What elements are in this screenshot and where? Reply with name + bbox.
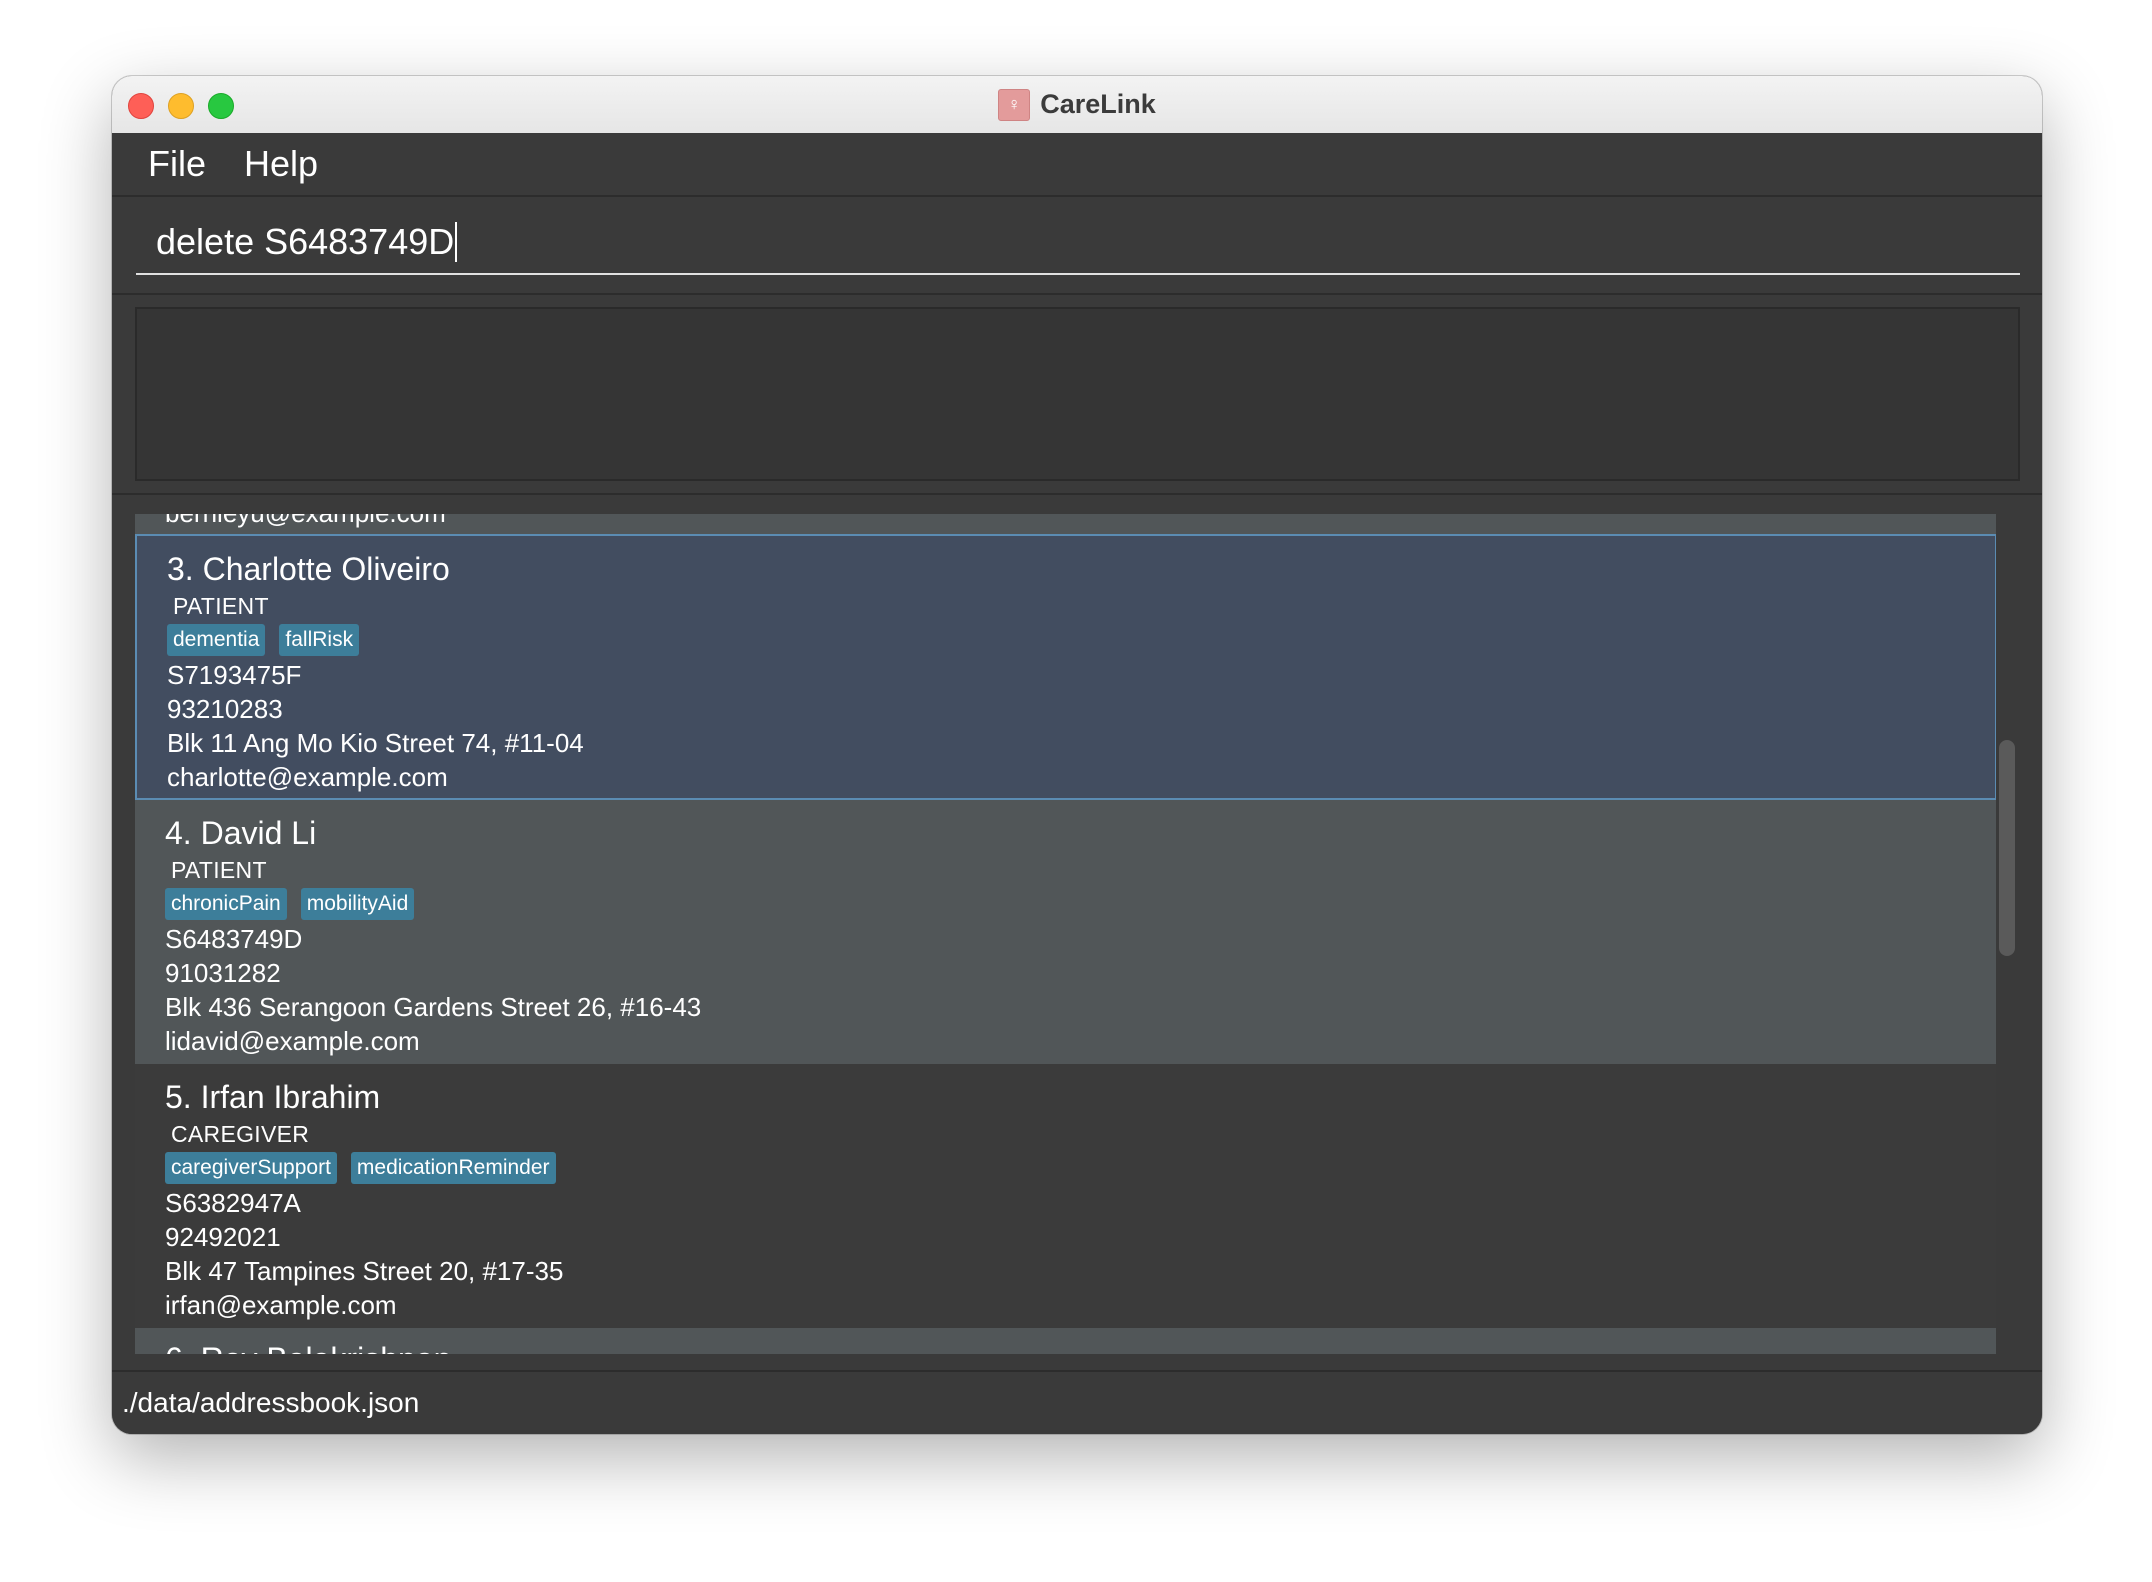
person-phone: 91031282 [165, 958, 281, 988]
window-title: CareLink [1040, 89, 1156, 119]
command-input-text: delete S6483749D [156, 221, 455, 262]
tag: mobilityAid [300, 888, 415, 920]
status-bar: ./data/addressbook.json [112, 1370, 2042, 1434]
person-address: Blk 436 Serangoon Gardens Street 26, #16… [165, 992, 702, 1022]
person-list-panel[interactable]: bernieyu@example.com 3. Charlotte Olivei… [135, 514, 1997, 1354]
person-nric: S6382947A [165, 1188, 301, 1218]
person-address: Blk 47 Tampines Street 20, #17-35 [165, 1256, 564, 1286]
person-nric: S6483749D [165, 924, 303, 954]
person-tags: chronicPain mobilityAid [165, 886, 1997, 922]
title-bar: ♀ CareLink [112, 76, 2042, 134]
person-email: charlotte@example.com [167, 762, 448, 792]
person-name-partial: 6. Roy Balakrishnan [165, 1338, 1997, 1354]
person-email-partial: bernieyu@example.com [165, 514, 446, 529]
person-list-scrollbar[interactable] [1996, 514, 2018, 1354]
tag: chronicPain [165, 888, 287, 920]
tag: caregiverSupport [165, 1152, 337, 1184]
person-card-selected[interactable]: 3. Charlotte Oliveiro PATIENT dementia f… [135, 534, 1997, 800]
carelink-window: ♀ CareLink File Help delete S6483749D be… [112, 76, 2042, 1434]
person-name: 3. Charlotte Oliveiro [167, 551, 450, 587]
command-input[interactable]: delete S6483749D [136, 211, 2020, 275]
tag: dementia [167, 624, 266, 656]
person-phone: 92492021 [165, 1222, 281, 1252]
person-role: PATIENT [171, 857, 267, 883]
person-tags: dementia fallRisk [167, 622, 1995, 658]
person-card-partial-bottom[interactable]: 6. Roy Balakrishnan [135, 1328, 1997, 1354]
person-email: irfan@example.com [165, 1290, 397, 1320]
person-card-partial-top[interactable]: bernieyu@example.com [135, 514, 1997, 534]
person-phone: 93210283 [167, 694, 283, 724]
person-card[interactable]: 4. David Li PATIENT chronicPain mobility… [135, 800, 1997, 1064]
person-card[interactable]: 5. Irfan Ibrahim CAREGIVER caregiverSupp… [135, 1064, 1997, 1328]
tag: fallRisk [279, 624, 360, 656]
text-caret [455, 222, 458, 262]
result-display-area [112, 295, 2042, 495]
scrollbar-thumb[interactable] [1999, 740, 2015, 956]
person-address: Blk 11 Ang Mo Kio Street 74, #11-04 [167, 728, 584, 758]
window-title-group: ♀ CareLink [112, 76, 2042, 133]
result-display[interactable] [135, 307, 2020, 481]
save-location-path: ./data/addressbook.json [122, 1387, 420, 1418]
tag: medicationReminder [350, 1152, 556, 1184]
person-email: lidavid@example.com [165, 1026, 420, 1056]
person-role: CAREGIVER [171, 1121, 310, 1147]
person-role: PATIENT [173, 593, 269, 619]
person-tags: caregiverSupport medicationReminder [165, 1150, 1997, 1186]
menu-help[interactable]: Help [244, 143, 318, 185]
person-name: 4. David Li [165, 815, 317, 851]
menu-file[interactable]: File [148, 143, 206, 185]
person-name: 5. Irfan Ibrahim [165, 1079, 381, 1115]
command-box-area: delete S6483749D [112, 197, 2042, 295]
menu-bar: File Help [112, 133, 2042, 197]
carelink-app-icon: ♀ [998, 88, 1031, 121]
person-nric: S7193475F [167, 660, 302, 690]
